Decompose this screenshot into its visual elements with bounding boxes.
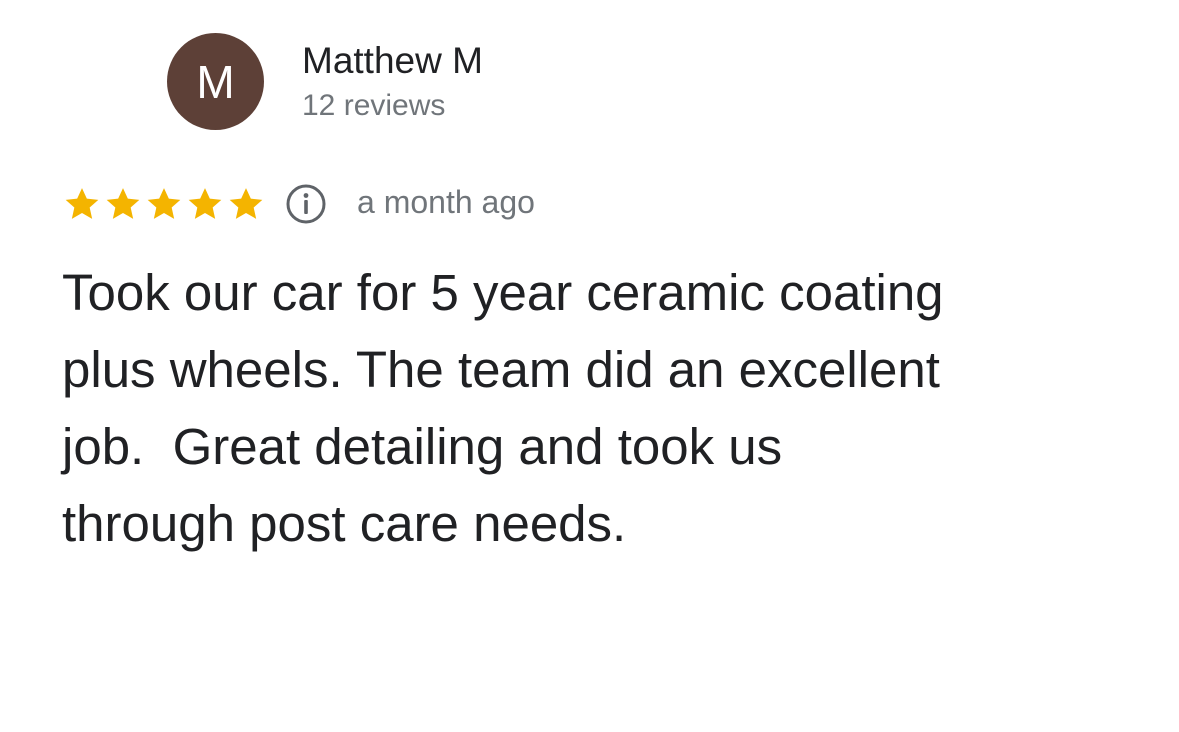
author-name[interactable]: Matthew M [302, 40, 483, 82]
review-time: a month ago [357, 184, 535, 220]
avatar[interactable]: M [167, 33, 264, 130]
star-rating [62, 184, 267, 224]
star-icon [188, 188, 222, 219]
info-icon[interactable] [285, 183, 327, 225]
star-icon [147, 188, 181, 219]
star-icon [229, 188, 263, 219]
review-card: M Matthew M 12 reviews a month ago Took … [0, 0, 1179, 732]
avatar-initial: M [196, 55, 235, 108]
author-reviews-count[interactable]: 12 reviews [302, 89, 445, 123]
star-icon [106, 188, 140, 219]
review-text: Took our car for 5 year ceramic coating … [62, 264, 944, 552]
star-icon [65, 188, 99, 219]
